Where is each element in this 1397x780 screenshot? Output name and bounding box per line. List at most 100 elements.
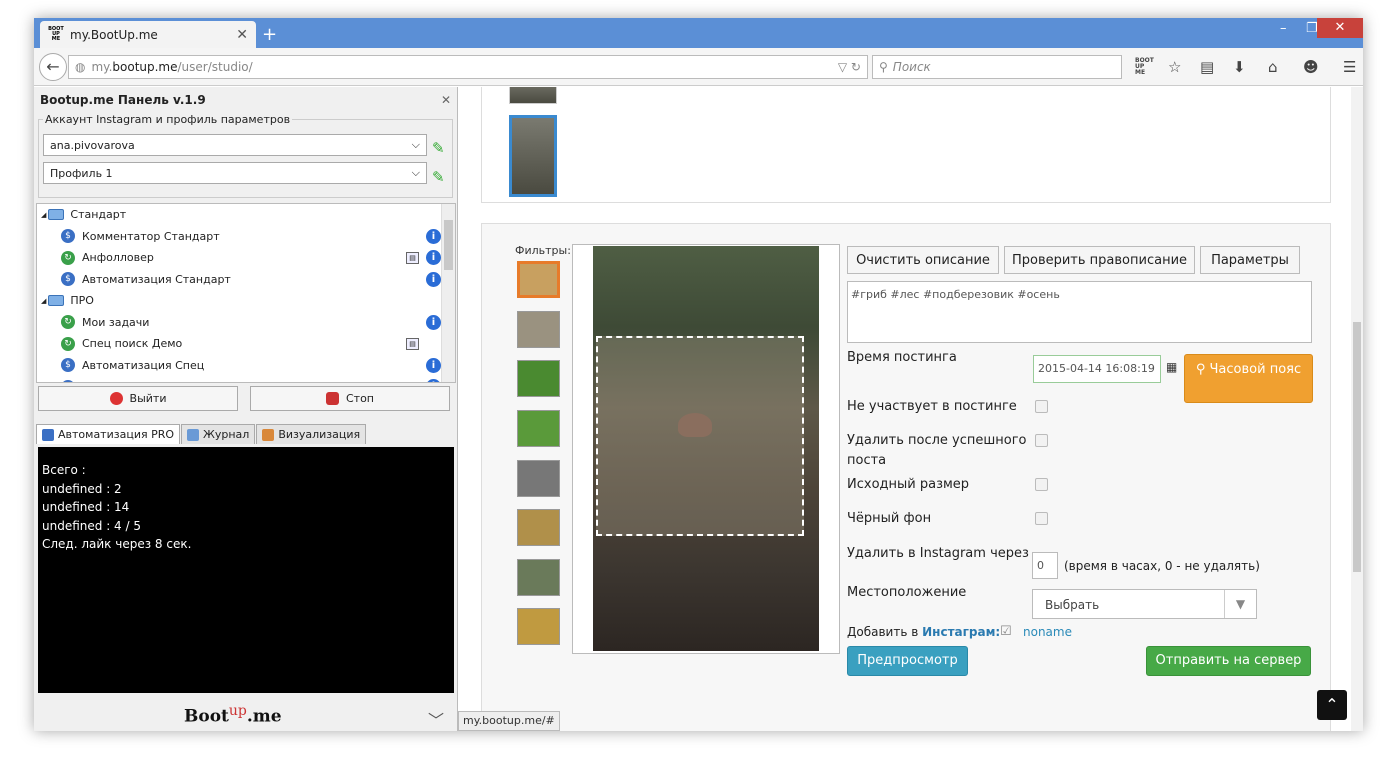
add-to-instagram: Добавить в Инстаграм: xyxy=(847,625,1000,639)
send-to-server-button[interactable]: Отправить на сервер xyxy=(1146,646,1311,676)
back-icon[interactable]: ← xyxy=(39,53,67,81)
instagram-link[interactable]: Инстаграм: xyxy=(922,625,1000,639)
tree-item[interactable]: $ Автоматизация Спец i xyxy=(37,355,455,377)
window-close-icon[interactable]: ✕ xyxy=(1317,18,1363,38)
scroll-to-top-icon[interactable]: ⌃ xyxy=(1317,690,1347,720)
instagram-account-name[interactable]: noname xyxy=(1023,625,1072,639)
tab-automation-pro[interactable]: Автоматизация PRO xyxy=(36,424,181,444)
not-posting-label: Не участвует в постинге xyxy=(847,399,1017,414)
filter-thumbnail[interactable] xyxy=(517,410,560,447)
info-icon[interactable]: i xyxy=(426,250,441,266)
filter-thumbnail[interactable] xyxy=(517,608,560,645)
expand-arrow-icon[interactable]: ◢ xyxy=(41,297,46,305)
tab-journal[interactable]: Журнал xyxy=(181,424,256,444)
minimize-icon[interactable]: – xyxy=(1280,21,1287,36)
delete-in-input[interactable]: 0 xyxy=(1032,552,1058,579)
info-icon[interactable]: i xyxy=(426,314,441,330)
home-icon[interactable]: ⌂ xyxy=(1268,58,1278,76)
description-textarea[interactable]: #гриб #лес #подберезовик #осень xyxy=(847,281,1312,343)
tree-item[interactable]: ↻ Спец поиск Демо ▤ xyxy=(37,333,455,355)
console-line: След. лайк через 8 сек. xyxy=(42,537,192,551)
reading-list-icon[interactable]: ▤ xyxy=(1200,58,1214,76)
original-size-checkbox[interactable] xyxy=(1035,478,1048,491)
panel-close-icon[interactable]: ✕ xyxy=(441,93,451,107)
schedule-icon[interactable]: ▤ xyxy=(406,337,419,350)
edit-account-icon[interactable]: ✎ xyxy=(432,139,445,157)
edit-profile-icon[interactable]: ✎ xyxy=(432,168,445,186)
delete-in-label: Удалить в Instagram через xyxy=(847,546,1029,561)
filter-thumbnail[interactable] xyxy=(517,261,560,298)
info-icon[interactable]: i xyxy=(426,228,441,244)
spellcheck-button[interactable]: Проверить правописание xyxy=(1004,246,1195,274)
console-line: undefined : 4 / 5 xyxy=(42,518,141,533)
mushroom-cap xyxy=(678,413,712,437)
maximize-icon[interactable]: ❐ xyxy=(1306,21,1318,36)
post-time-input[interactable]: 2015-04-14 16:08:19 xyxy=(1033,355,1161,383)
tab-visualization[interactable]: Визуализация xyxy=(256,424,367,444)
url-bar[interactable]: ◍ my. bootup.me/user/studio/ ▽ ↻ xyxy=(68,55,868,79)
collapse-chevron-icon[interactable]: ﹀ xyxy=(428,707,444,731)
timezone-button[interactable]: ⚲ Часовой пояс xyxy=(1184,354,1313,403)
studio-content: Фильтры: Очистить описание Проверить пра… xyxy=(459,87,1363,731)
profile-select[interactable]: Профиль 1 ⌵ xyxy=(43,162,427,184)
browser-window: BOOT UP ME my.BootUp.me ✕ + – ❐ ✕ ← ◍ my… xyxy=(34,18,1363,731)
logo-main: Boot xyxy=(184,706,229,727)
filter-thumbnail[interactable] xyxy=(517,360,560,397)
tree-item-label: Комментатор Стандарт xyxy=(82,229,220,243)
search-input[interactable]: ⚲ Поиск xyxy=(872,55,1122,79)
tree-item-label: Стандарт xyxy=(70,208,127,222)
tree-item[interactable]: $ Автоматизация Стандарт i xyxy=(37,269,455,291)
not-posting-checkbox[interactable] xyxy=(1035,400,1048,413)
chevron-down-icon: ⌵ xyxy=(411,166,420,179)
download-icon[interactable]: ⬇ xyxy=(1233,58,1246,76)
delete-after-checkbox[interactable] xyxy=(1035,434,1048,447)
info-icon[interactable]: i xyxy=(426,357,441,373)
upload-card xyxy=(481,87,1331,203)
search-placeholder: Поиск xyxy=(892,60,931,74)
preview-button[interactable]: Предпросмотр xyxy=(847,646,968,676)
location-label: Местоположение xyxy=(847,585,967,600)
schedule-icon[interactable]: ▤ xyxy=(406,251,419,264)
bootup-addon-icon[interactable]: BOOT UP ME xyxy=(1135,58,1154,76)
tree-scrollbar[interactable] xyxy=(441,204,455,382)
account-select[interactable]: ana.pivovarova ⌵ xyxy=(43,134,427,156)
uploaded-thumbnail[interactable] xyxy=(509,87,557,104)
info-icon[interactable]: i xyxy=(426,271,441,287)
folder-icon xyxy=(48,209,65,221)
tree-item[interactable]: ◢ ПРО xyxy=(37,290,455,312)
filter-thumbnail[interactable] xyxy=(517,509,560,546)
black-bg-checkbox[interactable] xyxy=(1035,512,1048,525)
stop-button[interactable]: Стоп xyxy=(250,386,450,411)
monitor-icon xyxy=(42,428,54,441)
delete-after-label: Удалить после успешного поста xyxy=(847,433,1027,468)
crop-area[interactable] xyxy=(596,336,804,536)
filter-thumbnail[interactable] xyxy=(517,559,560,596)
tree-item[interactable]: ↻ Мои задачи i xyxy=(37,312,455,334)
reload-icon[interactable]: ▽ ↻ xyxy=(838,60,861,74)
title-bar: BOOT UP ME my.BootUp.me ✕ + – ❐ ✕ xyxy=(34,18,1363,48)
tree-item[interactable]: $ Спец Поиск i xyxy=(37,376,455,382)
tree-item[interactable]: $ Комментатор Стандарт i xyxy=(37,226,455,248)
parameters-button[interactable]: Параметры xyxy=(1200,246,1300,274)
expand-arrow-icon[interactable]: ◢ xyxy=(41,211,46,219)
uploaded-thumbnail-selected[interactable] xyxy=(509,115,557,197)
filter-thumbnail[interactable] xyxy=(517,460,560,497)
tree-item[interactable]: ◢ Стандарт xyxy=(37,204,455,226)
chat-icon[interactable]: ☻ xyxy=(1303,58,1319,76)
task-tree: ◢ Стандарт $ Комментатор Стандарт i ↻ Анфоллов… xyxy=(36,203,456,383)
star-icon[interactable]: ☆ xyxy=(1168,58,1181,76)
tab-close-icon[interactable]: ✕ xyxy=(236,27,248,43)
calendar-icon[interactable]: ▦ xyxy=(1166,360,1177,374)
filter-thumbnail[interactable] xyxy=(517,311,560,348)
menu-icon[interactable]: ☰ xyxy=(1343,58,1356,76)
location-select[interactable]: Выбрать ▼ xyxy=(1032,589,1257,619)
info-icon[interactable]: i xyxy=(426,379,441,382)
clear-description-button[interactable]: Очистить описание xyxy=(847,246,999,274)
page-scrollbar[interactable] xyxy=(1351,87,1363,731)
status-url: my.bootup.me/# xyxy=(458,711,560,731)
tree-item[interactable]: ↻ Анфолловер ▤ i xyxy=(37,247,455,269)
exit-button[interactable]: Выйти xyxy=(38,386,238,411)
new-tab-icon[interactable]: + xyxy=(262,24,277,45)
instagram-checkbox[interactable]: ☑ xyxy=(1000,624,1012,639)
browser-tab[interactable]: BOOT UP ME my.BootUp.me ✕ xyxy=(40,21,256,48)
